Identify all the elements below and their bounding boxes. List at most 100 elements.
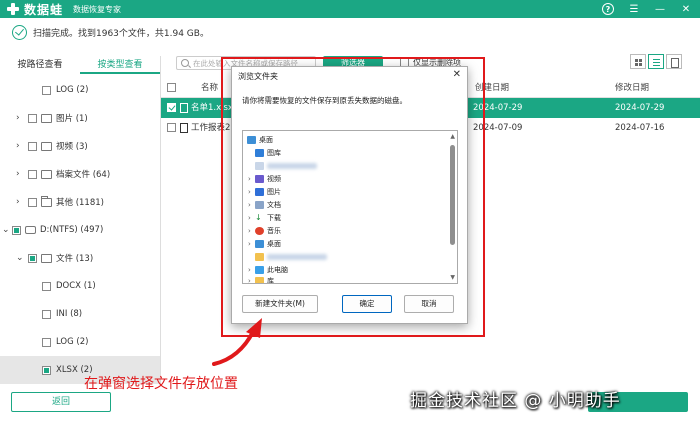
close-icon[interactable]: ✕ xyxy=(680,3,692,15)
detail-view-icon[interactable] xyxy=(666,54,682,69)
folder-item[interactable]: › 桌面 xyxy=(243,238,443,250)
image-icon xyxy=(41,113,52,123)
tab-by-path[interactable]: 按路径查看 xyxy=(0,56,80,74)
archive-icon xyxy=(41,169,52,179)
chevron-right-icon[interactable]: › xyxy=(248,201,251,209)
folder-tree[interactable]: 桌面 图库 › 视频 › 图片 › 文档 › ↓ 下载 › 音乐 › 桌面 › … xyxy=(242,130,458,284)
app-logo: 数据蛙 xyxy=(6,1,63,18)
search-icon xyxy=(181,59,189,67)
new-folder-button[interactable]: 新建文件夹(M) xyxy=(242,295,318,313)
folder-item[interactable]: › 库 xyxy=(243,275,443,283)
folder-item[interactable]: › 图片 xyxy=(243,186,443,198)
folder-item[interactable]: › 视频 xyxy=(243,173,443,185)
tree-item[interactable]: › 视频 (3) xyxy=(0,132,160,160)
checkbox[interactable] xyxy=(42,85,51,95)
checkbox[interactable] xyxy=(28,113,37,123)
checkbox[interactable] xyxy=(28,197,37,207)
checkbox[interactable] xyxy=(28,169,37,179)
annotation-caption: 在弹窗选择文件存放位置 xyxy=(84,376,238,392)
documents-folder-icon xyxy=(255,201,264,209)
file-type-tree: LOG (2) › 图片 (1) › 视频 (3) › 档案文件 (64) › … xyxy=(0,76,160,384)
chevron-right-icon[interactable]: › xyxy=(16,142,24,151)
checkbox[interactable] xyxy=(12,225,21,235)
column-created[interactable]: 创建日期 xyxy=(475,78,509,98)
tree-item[interactable]: DOCX (1) xyxy=(0,272,160,300)
tree-item[interactable]: › 档案文件 (64) xyxy=(0,160,160,188)
dialog-title: 浏览文件夹 xyxy=(238,72,278,81)
checkbox[interactable] xyxy=(42,309,51,319)
folder-item[interactable]: 桌面 xyxy=(243,134,443,146)
watermark: 掘金技术社区 @ 小明助手 xyxy=(410,391,621,411)
list-view-icon[interactable] xyxy=(648,54,664,69)
chevron-right-icon[interactable]: › xyxy=(16,114,24,123)
file-name: 工作报表2 xyxy=(191,123,231,133)
column-modified[interactable]: 修改日期 xyxy=(615,78,649,98)
chevron-down-icon[interactable]: ⌄ xyxy=(16,254,24,263)
tree-item[interactable]: LOG (2) xyxy=(0,328,160,356)
menu-icon[interactable]: ☰ xyxy=(628,3,640,15)
checkbox[interactable] xyxy=(42,365,51,375)
folder-icon xyxy=(41,195,52,207)
folder-item[interactable]: 图库 xyxy=(243,147,443,159)
tree-item[interactable]: LOG (2) xyxy=(0,76,160,104)
tab-by-type[interactable]: 按类型查看 xyxy=(80,56,160,74)
checkbox[interactable] xyxy=(42,281,51,291)
folder-item[interactable] xyxy=(243,160,443,172)
chevron-right-icon[interactable]: › xyxy=(248,277,251,283)
folder-item[interactable]: › 音乐 xyxy=(243,225,443,237)
chevron-right-icon[interactable]: › xyxy=(248,188,251,196)
chevron-right-icon[interactable]: › xyxy=(248,214,251,222)
checkbox[interactable] xyxy=(28,253,37,263)
chevron-right-icon[interactable]: › xyxy=(248,227,251,235)
column-name[interactable]: 名称 xyxy=(201,78,218,98)
chevron-right-icon[interactable]: › xyxy=(248,240,251,248)
chevron-down-icon[interactable]: ⌄ xyxy=(2,226,10,235)
scroll-up-icon[interactable]: ▲ xyxy=(450,133,455,140)
tree-item-label: 文件 (13) xyxy=(56,254,94,264)
tree-item-label: 档案文件 (64) xyxy=(56,170,111,180)
app-name: 数据蛙 xyxy=(24,2,64,17)
tree-item-label: 图片 (1) xyxy=(56,114,88,124)
tree-item[interactable]: ⌄ 文件 (13) xyxy=(0,244,160,272)
row-checkbox[interactable] xyxy=(167,103,176,112)
chevron-right-icon[interactable]: › xyxy=(16,170,24,179)
checkbox[interactable] xyxy=(42,337,51,347)
tree-item-label: LOG (2) xyxy=(56,337,89,347)
tree-item[interactable]: › 图片 (1) xyxy=(0,104,160,132)
tree-item-label: LOG (2) xyxy=(56,85,89,95)
folder-item[interactable] xyxy=(243,251,443,263)
back-button[interactable]: 返回 xyxy=(11,392,111,412)
row-checkbox[interactable] xyxy=(167,123,176,132)
video-icon xyxy=(41,141,52,151)
chevron-right-icon[interactable]: › xyxy=(248,175,251,183)
scrollbar-thumb[interactable] xyxy=(450,145,455,245)
created-date: 2024-07-09 xyxy=(473,123,523,133)
ok-button[interactable]: 确定 xyxy=(342,295,392,313)
folder-item[interactable]: › ↓ 下载 xyxy=(243,212,443,224)
tree-item[interactable]: INI (8) xyxy=(0,300,160,328)
pictures-folder-icon xyxy=(255,188,264,196)
tree-item[interactable]: ⌄ D:(NTFS) (497) xyxy=(0,216,160,244)
tree-item[interactable]: › 其他 (1181) xyxy=(0,188,160,216)
chevron-right-icon[interactable]: › xyxy=(16,198,24,207)
select-all-checkbox[interactable] xyxy=(167,83,176,92)
view-tabs: 按路径查看 按类型查看 xyxy=(0,56,160,74)
tree-item-label: DOCX (1) xyxy=(56,281,96,291)
browse-folder-dialog: 浏览文件夹 ✕ 请你将需要恢复的文件保存到原丢失数据的磁盘。 桌面 图库 › 视… xyxy=(231,66,468,324)
folder-item[interactable]: › 文档 xyxy=(243,199,443,211)
minimize-icon[interactable]: — xyxy=(654,3,666,15)
scroll-down-icon[interactable]: ▼ xyxy=(450,274,455,281)
title-bar: 数据蛙 数据恢复专家 ? ☰ — ✕ xyxy=(0,0,700,18)
cancel-button[interactable]: 取消 xyxy=(404,295,454,313)
user-folder-icon xyxy=(255,162,264,170)
chevron-right-icon[interactable]: › xyxy=(248,266,251,274)
drive-icon xyxy=(25,226,36,234)
created-date: 2024-07-29 xyxy=(473,103,523,113)
dialog-close-icon[interactable]: ✕ xyxy=(453,69,461,80)
grid-view-icon[interactable] xyxy=(630,54,646,69)
download-arrow-icon: ↓ xyxy=(255,213,262,222)
help-icon[interactable]: ? xyxy=(602,3,614,15)
folder-icon xyxy=(255,253,264,261)
folder-label: 图库 xyxy=(267,149,281,157)
checkbox[interactable] xyxy=(28,141,37,151)
